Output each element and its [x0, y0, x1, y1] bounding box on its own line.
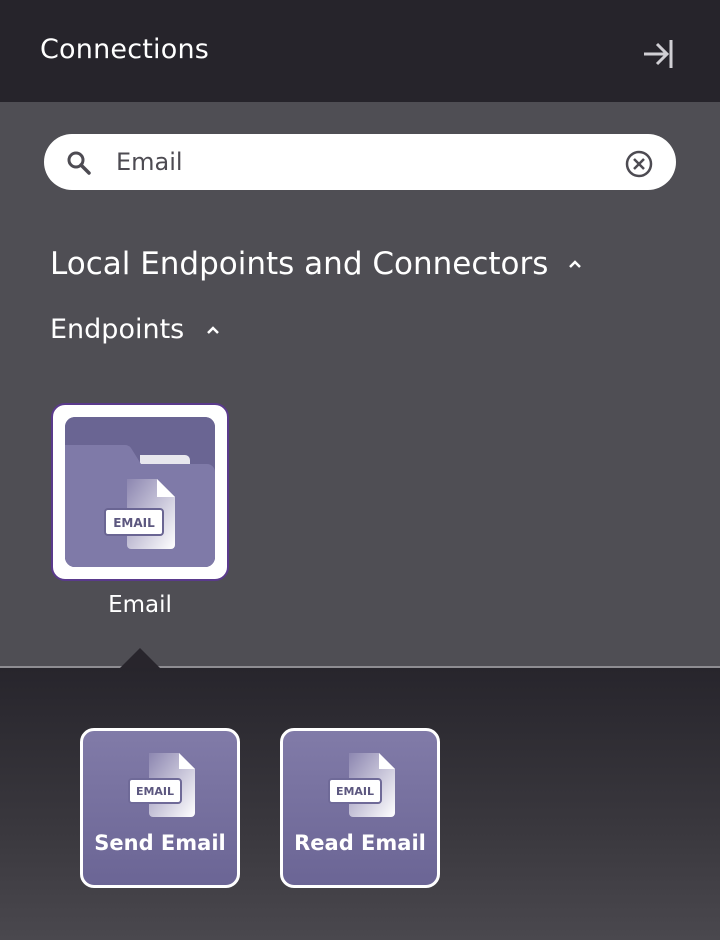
- clear-search-button[interactable]: [624, 149, 654, 179]
- clear-icon: [625, 150, 653, 178]
- section-local-endpoints-toggle[interactable]: Local Endpoints and Connectors: [50, 246, 582, 282]
- activity-label: Read Email: [294, 831, 426, 855]
- search-bar: [44, 134, 676, 190]
- selection-pointer: [120, 648, 160, 668]
- search-input[interactable]: [116, 144, 616, 180]
- collapse-panel-button[interactable]: [638, 34, 678, 74]
- chevron-up-icon: [569, 260, 582, 268]
- email-document-icon: EMAIL: [328, 753, 395, 817]
- chevron-up-icon: [207, 325, 220, 334]
- subsection-endpoints-toggle[interactable]: Endpoints: [50, 314, 220, 345]
- endpoint-tile-email[interactable]: EMAIL: [51, 403, 229, 581]
- panel-title: Connections: [40, 34, 210, 65]
- activity-read-email[interactable]: EMAIL Read Email: [280, 728, 440, 888]
- endpoint-label: Email: [108, 592, 172, 618]
- panel-header: Connections: [0, 0, 720, 102]
- activity-send-email[interactable]: EMAIL Send Email: [80, 728, 240, 888]
- folder-email-icon: EMAIL: [65, 417, 215, 567]
- activity-label: Send Email: [94, 831, 226, 855]
- subsection-title: Endpoints: [50, 314, 185, 345]
- section-title: Local Endpoints and Connectors: [50, 246, 549, 282]
- email-document-icon: EMAIL: [128, 753, 195, 817]
- svg-text:EMAIL: EMAIL: [136, 785, 174, 798]
- svg-text:EMAIL: EMAIL: [336, 785, 374, 798]
- arrow-right-to-bar-icon: [644, 40, 673, 68]
- divider: [0, 666, 720, 668]
- email-endpoint-icon: EMAIL: [65, 417, 215, 567]
- svg-text:EMAIL: EMAIL: [113, 516, 155, 530]
- search-icon: [67, 151, 91, 175]
